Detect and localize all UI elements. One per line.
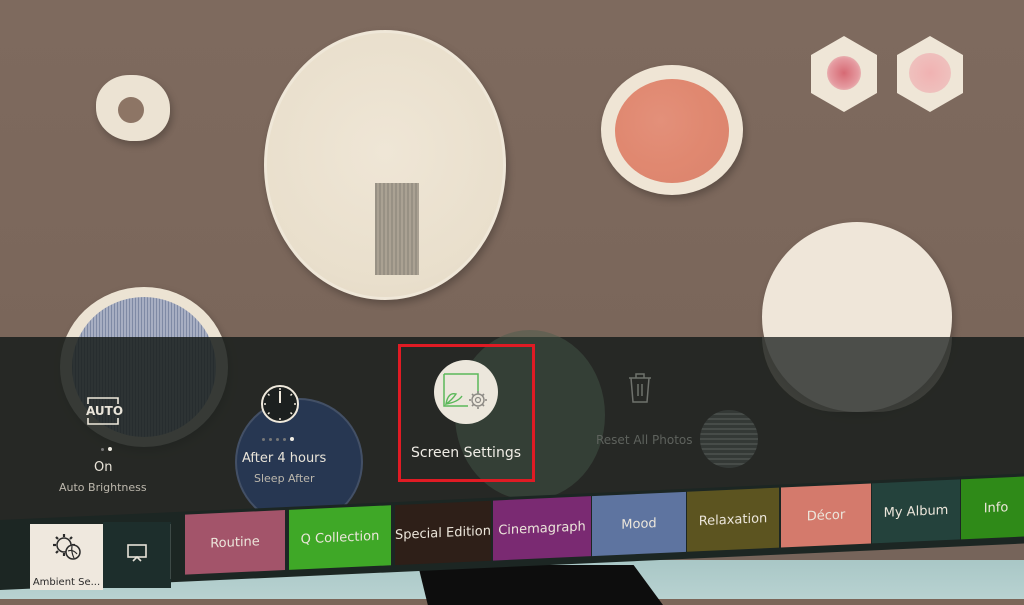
plate-fill	[615, 79, 729, 183]
ambient-settings-label: Ambient Se...	[32, 577, 101, 588]
category-tile-my-album[interactable]: My Album	[872, 479, 960, 544]
sleep-after-page-dots	[262, 437, 294, 441]
category-label: Mood	[621, 515, 657, 533]
category-tile-q-collection[interactable]: Q Collection	[289, 505, 391, 570]
category-tile-info[interactable]: Info	[961, 476, 1024, 540]
category-label: Routine	[210, 533, 260, 551]
category-tile-decor[interactable]: Décor	[781, 483, 871, 548]
artwork-red-plate	[601, 65, 743, 195]
plate-dot	[118, 97, 144, 123]
category-tile-relaxation[interactable]: Relaxation	[687, 487, 779, 552]
auto-brightness-page-dots	[101, 447, 112, 451]
category-tile-special-edition[interactable]: Special Edition	[395, 500, 491, 566]
ambient-settings-button[interactable]: Ambient Se...	[30, 524, 103, 590]
artwork-small-plate	[96, 75, 170, 141]
clock-icon	[261, 385, 299, 423]
category-label: Cinemagraph	[498, 518, 586, 538]
gear-palette-icon	[53, 534, 81, 560]
plate-stripe	[375, 183, 419, 275]
category-tile-routine[interactable]: Routine	[185, 510, 285, 575]
trash-icon	[629, 373, 651, 403]
hex-fill	[909, 53, 951, 93]
tv-icon	[127, 544, 147, 562]
tv-button[interactable]	[103, 522, 171, 588]
category-label: Décor	[806, 507, 846, 524]
category-label: Relaxation	[698, 510, 768, 529]
category-tile-mood[interactable]: Mood	[592, 491, 686, 557]
category-label: Q Collection	[300, 528, 380, 547]
artwork-large-plate	[264, 30, 506, 300]
category-tile-cinemagraph[interactable]: Cinemagraph	[493, 496, 591, 561]
auto-brightness-icon-text: AUTO	[86, 404, 124, 418]
category-label: Special Edition	[395, 523, 491, 543]
hex-fill	[827, 56, 861, 90]
category-label: My Album	[883, 502, 949, 521]
category-label: Info	[983, 499, 1009, 516]
bar-divider	[170, 524, 171, 579]
